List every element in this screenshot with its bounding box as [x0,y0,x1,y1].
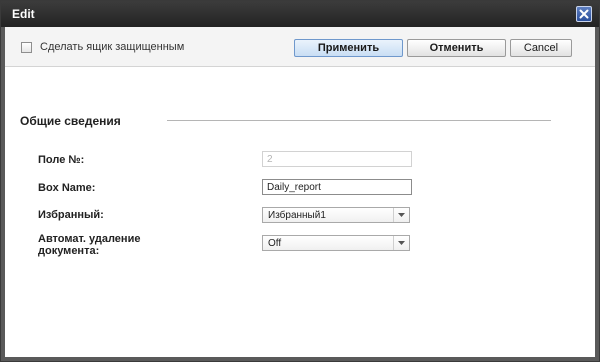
box-name-label: Box Name: [38,182,96,194]
protect-box-checkbox[interactable] [21,42,32,53]
title-bar: Edit [1,1,599,27]
cancel-button-ru[interactable]: Отменить [407,39,506,57]
section-divider [167,120,551,121]
close-icon [579,9,589,19]
auto-delete-label: Автомат. удаление документа: [38,233,141,257]
cancel-button[interactable]: Cancel [510,39,572,57]
box-name-field[interactable] [262,179,412,195]
close-button[interactable] [576,6,592,22]
slot-label: Поле №: [38,154,85,166]
slot-field [262,151,412,167]
dialog-title: Edit [12,7,35,21]
apply-button[interactable]: Применить [294,39,403,57]
protect-box-label: Сделать ящик защищенным [40,41,185,53]
toolbar: Сделать ящик защищенным Применить Отмени… [5,27,595,67]
favorite-select[interactable]: Избранный1 [262,207,410,223]
auto-delete-select[interactable]: Off [262,235,410,251]
favorite-label: Избранный: [38,209,104,221]
chevron-down-icon [398,241,405,245]
chevron-down-icon [398,213,405,217]
edit-dialog: Edit Сделать ящик защищенным Применить О… [0,0,600,362]
favorite-select-value: Избранный1 [268,210,326,221]
auto-delete-dropdown-button[interactable] [393,236,409,250]
section-title: Общие сведения [20,114,121,128]
favorite-dropdown-button[interactable] [393,208,409,222]
auto-delete-select-value: Off [268,238,282,249]
dialog-content: Сделать ящик защищенным Применить Отмени… [5,27,595,357]
